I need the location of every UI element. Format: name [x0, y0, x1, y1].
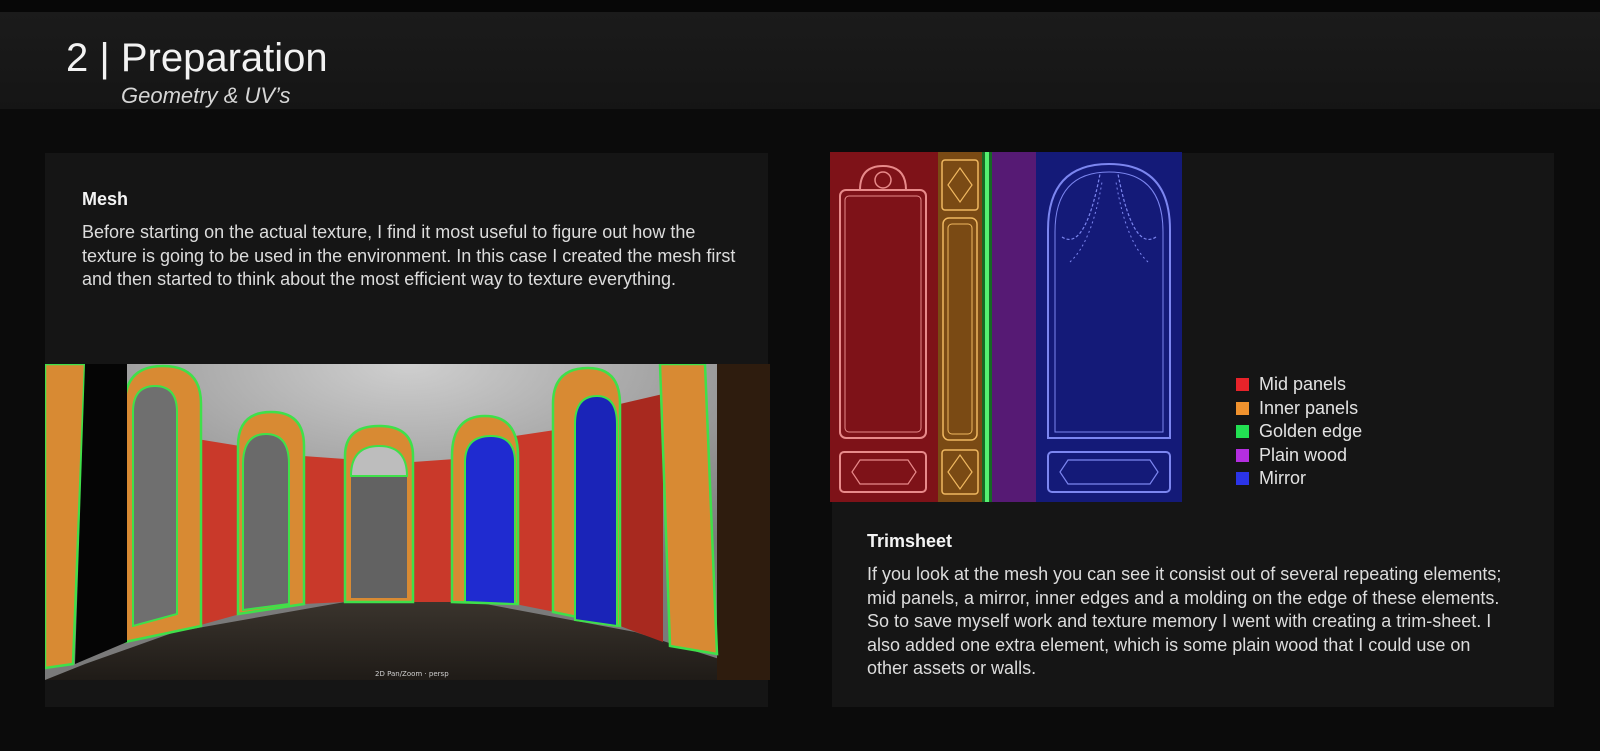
trimsheet-description: If you look at the mesh you can see it c…: [867, 564, 1502, 678]
page-subtitle: Geometry & UV’s: [121, 83, 291, 108]
legend-label: Plain wood: [1259, 444, 1348, 465]
swatch-mirror: [1236, 472, 1249, 486]
legend-item-mirror: Mirror: [1236, 467, 1362, 491]
legend-label: Inner panels: [1259, 397, 1359, 418]
mesh-description: Before starting on the actual texture, I…: [82, 222, 736, 289]
page-title: 2 | Preparation: [66, 36, 328, 80]
top-strip: [0, 0, 1600, 12]
page-header: 2 | Preparation Geometry & UV’s: [0, 12, 1600, 109]
trimsheet-card: Mid panels Inner panels Golden edge Plai…: [830, 152, 1554, 707]
legend-item-golden-edge: Golden edge: [1236, 420, 1362, 444]
trimsheet-heading: Trimsheet: [867, 531, 953, 551]
viewport-caption: 2D Pan/Zoom · persp: [375, 670, 449, 678]
mesh-render-image: 2D Pan/Zoom · persp: [45, 364, 770, 680]
legend-item-plain-wood: Plain wood: [1236, 444, 1362, 468]
trimsheet-texture-image: [830, 152, 1182, 502]
mesh-heading: Mesh: [82, 189, 129, 209]
legend-item-inner-panels: Inner panels: [1236, 397, 1362, 421]
legend-label: Mirror: [1259, 468, 1306, 489]
legend-item-mid-panels: Mid panels: [1236, 373, 1362, 397]
legend-label: Mid panels: [1259, 374, 1347, 395]
legend-label: Golden edge: [1259, 421, 1363, 442]
swatch-inner-panels: [1236, 401, 1249, 415]
swatch-mid-panels: [1236, 378, 1249, 392]
mesh-card: Mesh Before starting on the actual textu…: [45, 153, 770, 707]
swatch-golden-edge: [1236, 425, 1249, 439]
swatch-plain-wood: [1236, 448, 1249, 462]
trimsheet-legend: Mid panels Inner panels Golden edge Plai…: [1236, 373, 1362, 491]
